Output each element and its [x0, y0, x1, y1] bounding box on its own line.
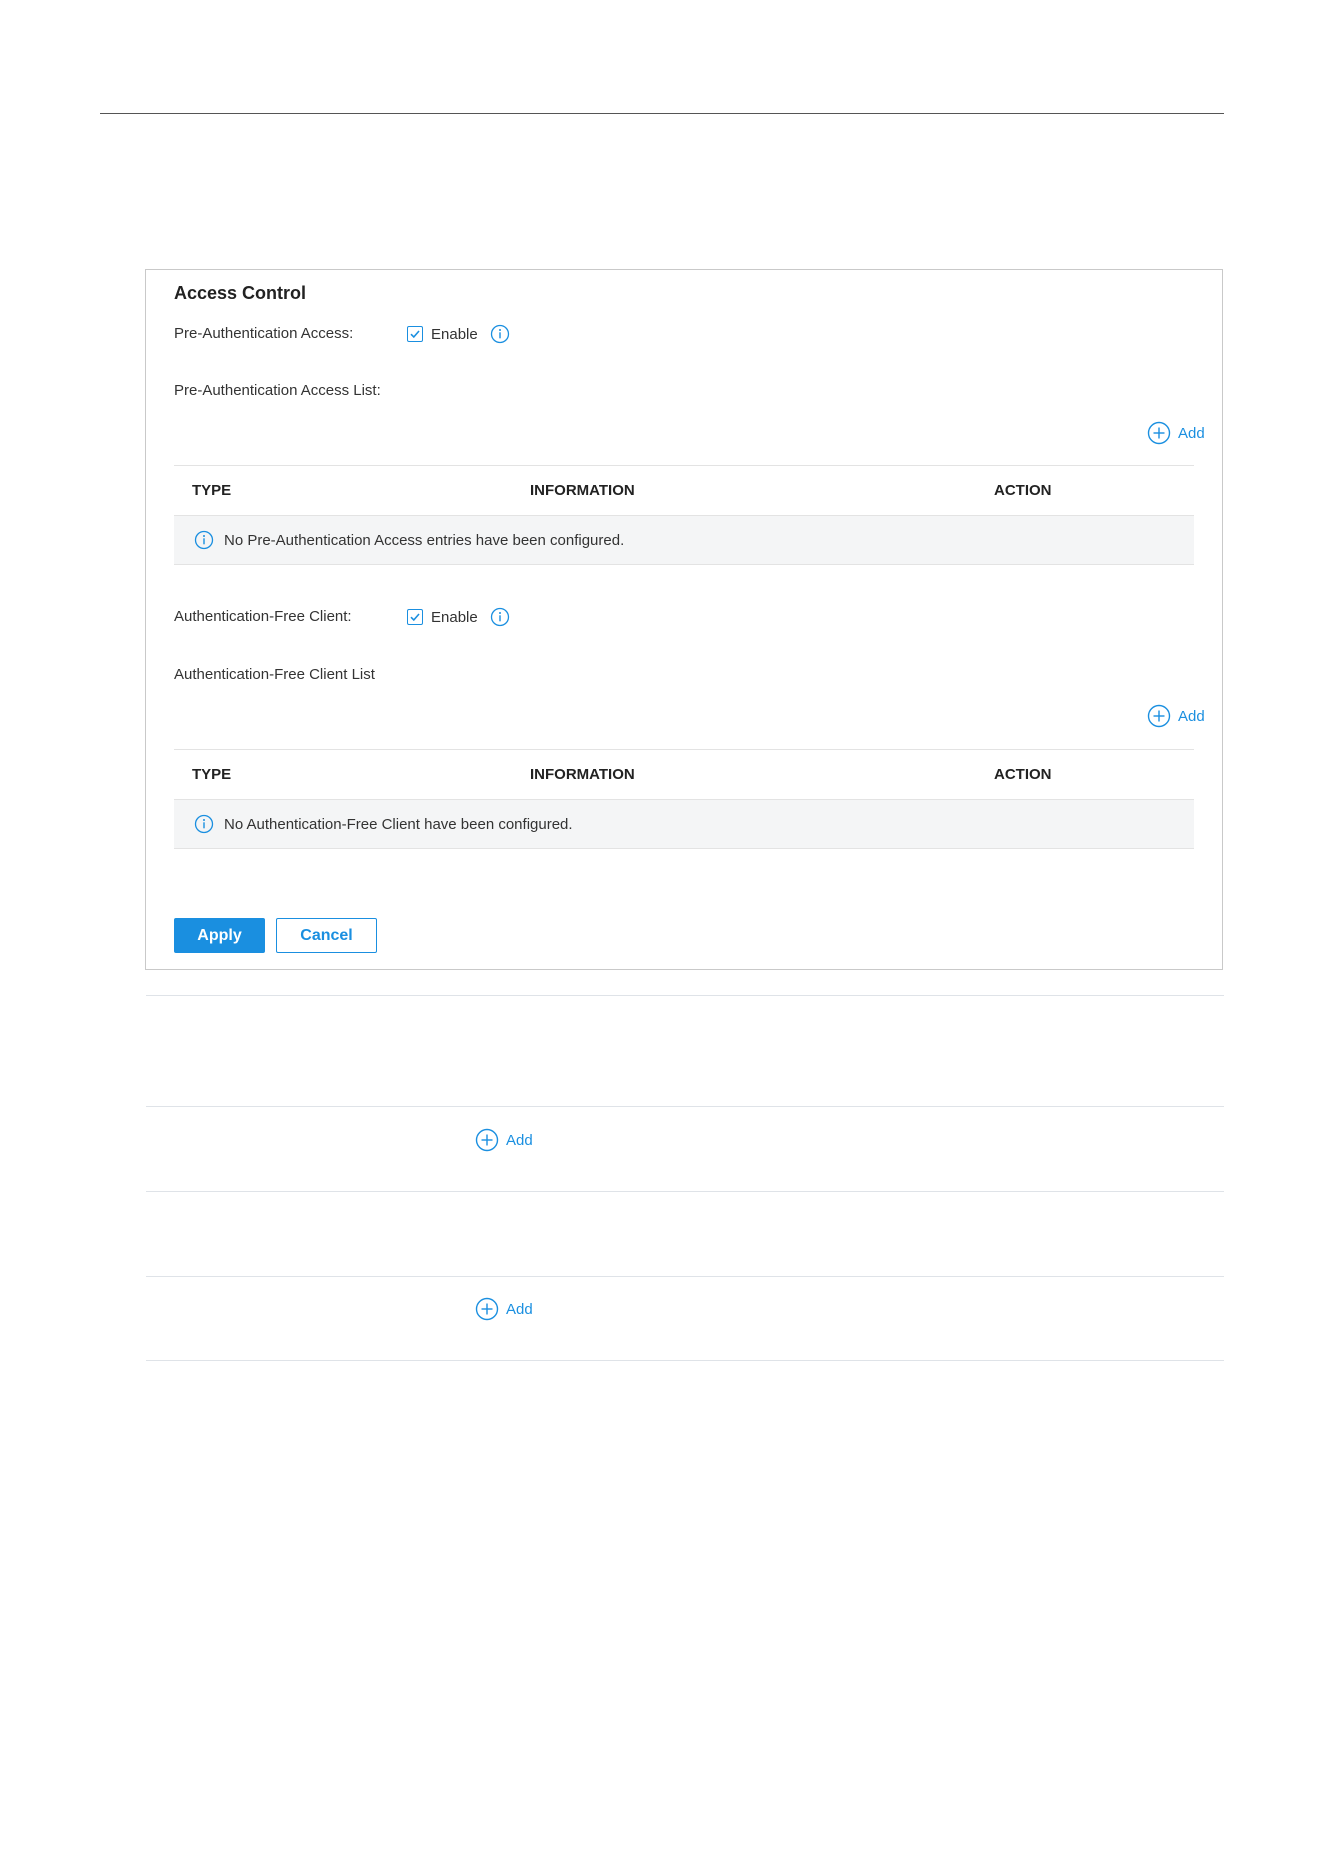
info-icon — [194, 530, 214, 550]
column-information: INFORMATION — [530, 482, 635, 499]
auth-free-list-label: Authentication-Free Client List — [174, 666, 375, 683]
add-label: Add — [506, 1131, 533, 1149]
info-icon[interactable] — [490, 607, 510, 627]
empty-message: No Authentication-Free Client have been … — [224, 815, 573, 833]
check-icon — [410, 613, 420, 622]
auth-free-enable-control: Enable — [407, 607, 510, 627]
pre-auth-list-label: Pre-Authentication Access List: — [174, 382, 381, 399]
auth-free-add-button[interactable]: Add — [1147, 704, 1205, 728]
apply-button[interactable]: Apply — [174, 918, 265, 953]
cancel-button[interactable]: Cancel — [276, 918, 377, 953]
add-label: Add — [1178, 707, 1205, 725]
divider — [146, 995, 1224, 996]
auth-free-enable-checkbox[interactable] — [407, 609, 423, 625]
table-header: TYPE INFORMATION ACTION — [174, 749, 1194, 799]
table-empty-row: No Pre-Authentication Access entries hav… — [174, 515, 1194, 565]
column-type: TYPE — [192, 766, 232, 783]
pre-auth-access-label: Pre-Authentication Access: — [174, 325, 354, 342]
lower-add-button-1[interactable]: Add — [475, 1128, 533, 1152]
column-type: TYPE — [192, 482, 232, 499]
pre-auth-table: TYPE INFORMATION ACTION No Pre-Authentic… — [174, 465, 1194, 565]
info-icon — [194, 814, 214, 834]
divider — [146, 1106, 1224, 1107]
auth-free-client-label: Authentication-Free Client: — [174, 608, 352, 625]
column-action: ACTION — [994, 482, 1052, 499]
check-icon — [410, 330, 420, 339]
empty-message: No Pre-Authentication Access entries hav… — [224, 531, 625, 549]
auth-free-enable-label: Enable — [431, 608, 478, 626]
auth-free-table: TYPE INFORMATION ACTION No Authenticatio… — [174, 749, 1194, 849]
info-icon[interactable] — [490, 324, 510, 344]
divider — [146, 1360, 1224, 1361]
lower-add-button-2[interactable]: Add — [475, 1297, 533, 1321]
divider — [146, 1191, 1224, 1192]
pre-auth-enable-label: Enable — [431, 325, 478, 343]
add-circle-icon — [475, 1128, 499, 1152]
add-label: Add — [506, 1300, 533, 1318]
column-action: ACTION — [994, 766, 1052, 783]
panel-title: Access Control — [174, 283, 307, 303]
top-divider — [100, 113, 1224, 114]
table-header: TYPE INFORMATION ACTION — [174, 465, 1194, 515]
pre-auth-enable-control: Enable — [407, 324, 510, 344]
pre-auth-add-button[interactable]: Add — [1147, 421, 1205, 445]
pre-auth-enable-checkbox[interactable] — [407, 326, 423, 342]
access-control-panel: Access Control Pre-Authentication Access… — [145, 269, 1223, 970]
add-label: Add — [1178, 424, 1205, 442]
table-empty-row: No Authentication-Free Client have been … — [174, 799, 1194, 849]
column-information: INFORMATION — [530, 766, 635, 783]
add-circle-icon — [475, 1297, 499, 1321]
add-circle-icon — [1147, 704, 1171, 728]
divider — [146, 1276, 1224, 1277]
add-circle-icon — [1147, 421, 1171, 445]
